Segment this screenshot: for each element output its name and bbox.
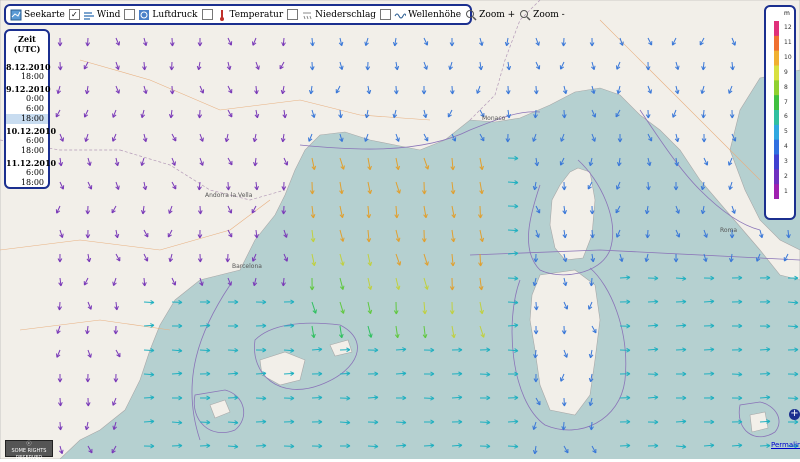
layer-wellenhoehe-label: Wellenhöhe — [408, 9, 462, 20]
place-label-barcelona: Barcelona — [232, 263, 262, 270]
temperature-checkbox[interactable] — [201, 9, 213, 20]
layer-toolbar: Seekarte ✓ Wind Luftdruck Temperatur Nie… — [4, 4, 565, 25]
wind-checkbox[interactable]: ✓ — [68, 9, 80, 20]
permalink-link[interactable]: Permalink — [771, 441, 800, 449]
wave-checkbox[interactable] — [380, 9, 392, 20]
legend-color-bar — [774, 21, 779, 199]
legend-tick-label: 7 — [784, 98, 788, 106]
zoom-out-button[interactable]: Zoom - — [519, 9, 565, 21]
legend-tick-label: 12 — [784, 24, 792, 32]
layer-niederschlag[interactable]: Niederschlag — [287, 9, 376, 21]
pressure-checkbox[interactable] — [124, 9, 136, 20]
layer-seekarte[interactable]: Seekarte — [10, 9, 65, 21]
layer-luftdruck-label: Luftdruck — [152, 9, 198, 20]
legend-color-step — [774, 154, 779, 170]
time-option[interactable]: 6:00 — [6, 168, 48, 178]
zoom-in-label: Zoom + — [479, 9, 516, 20]
time-option-selected[interactable]: 18:00 — [6, 114, 48, 124]
time-option[interactable]: 18:00 — [6, 146, 48, 156]
legend-color-step — [774, 50, 779, 66]
legend-color-step — [774, 80, 779, 96]
rain-icon — [301, 9, 313, 21]
layer-seekarte-label: Seekarte — [24, 9, 65, 20]
zoom-out-label: Zoom - — [533, 9, 565, 20]
legend-tick-label: 11 — [784, 39, 792, 47]
legend-tick-label: 2 — [784, 172, 788, 180]
layer-wellenhoehe[interactable]: Wellenhöhe — [380, 9, 461, 21]
wave-icon — [394, 9, 407, 21]
thermometer-icon — [216, 9, 228, 21]
license-badge[interactable]: ⓒ SOME RIGHTS RESERVED — [5, 440, 53, 461]
legend-color-step — [774, 95, 779, 111]
pressure-icon — [138, 9, 150, 21]
legend-tick-label: 10 — [784, 54, 792, 62]
place-label-andorra: Andorra la Vella — [205, 192, 253, 199]
map-canvas[interactable]: Andorra la Vella Monaco Roma Barcelona — [0, 0, 800, 459]
legend-color-step — [774, 21, 779, 37]
time-option[interactable]: 18:00 — [6, 72, 48, 82]
legend-color-step — [774, 139, 779, 155]
date-label: 8.12.2010 — [6, 62, 51, 72]
time-option[interactable]: 6:00 — [6, 136, 48, 146]
date-label: 10.12.2010 — [6, 126, 57, 136]
legend-tick-label: 1 — [784, 187, 788, 195]
date-label: 9.12.2010 — [6, 84, 51, 94]
layer-switcher-plus-icon[interactable]: + — [789, 409, 800, 420]
time-panel-title: Zeit (UTC) — [13, 34, 41, 54]
zoom-in-button[interactable]: Zoom + — [465, 9, 515, 21]
rain-checkbox[interactable] — [287, 9, 299, 20]
legend-color-step — [774, 110, 779, 126]
legend-color-step — [774, 124, 779, 141]
legend-color-step — [774, 65, 779, 81]
wind-icon — [83, 9, 95, 21]
legend-color-step — [774, 35, 779, 52]
legend-color-step — [774, 184, 779, 199]
layer-wind-label: Wind — [96, 9, 121, 20]
legend-tick-label: 9 — [784, 68, 788, 76]
layer-luftdruck[interactable]: Luftdruck — [124, 9, 198, 21]
layer-temperatur[interactable]: Temperatur — [201, 9, 284, 21]
color-legend: m 12 11 10 9 8 7 6 5 4 3 2 1 — [764, 5, 796, 220]
time-option[interactable]: 6:00 — [6, 104, 48, 114]
map-icon — [10, 9, 22, 21]
legend-tick-label: 3 — [784, 157, 788, 165]
legend-unit: m — [784, 10, 790, 17]
time-panel: Zeit (UTC) 8.12.2010 18:00 9.12.2010 0:0… — [4, 29, 57, 189]
legend-tick-label: 4 — [784, 143, 788, 151]
time-option[interactable]: 0:00 — [6, 94, 48, 104]
layer-niederschlag-label: Niederschlag — [315, 9, 377, 20]
legend-tick-label: 8 — [784, 83, 788, 91]
time-option[interactable]: 18:00 — [6, 178, 48, 188]
cc-icon: ⓒ — [26, 441, 32, 447]
place-label-roma: Roma — [720, 227, 737, 234]
place-label-monaco: Monaco — [482, 115, 506, 122]
legend-color-step — [774, 169, 779, 185]
legend-tick-label: 5 — [784, 128, 788, 136]
magnifier-plus-icon — [465, 9, 477, 21]
legend-tick-label: 6 — [784, 113, 788, 121]
date-label: 11.12.2010 — [6, 158, 57, 168]
magnifier-minus-icon — [519, 9, 531, 21]
layer-temperatur-label: Temperatur — [229, 9, 284, 20]
license-label: SOME RIGHTS RESERVED — [11, 448, 47, 461]
layer-wind[interactable]: ✓ Wind — [68, 9, 121, 21]
